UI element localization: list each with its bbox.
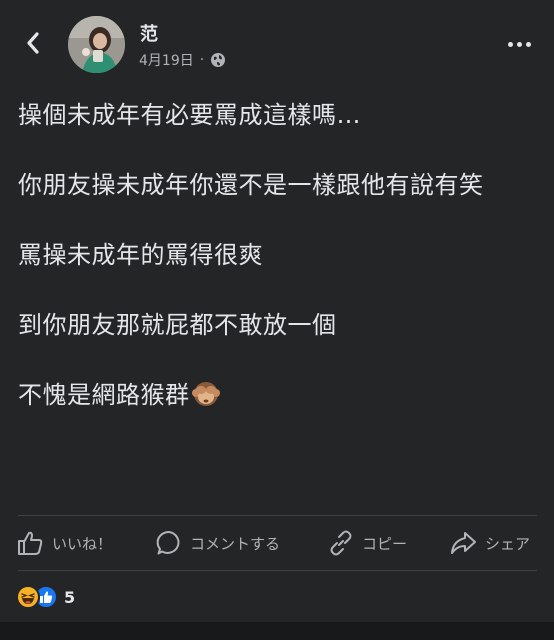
post-paragraph: 你朋友操未成年你還不是一樣跟他有說有笑 [18, 171, 484, 199]
more-dot-icon [516, 41, 522, 47]
comment-bubble-icon [156, 530, 180, 555]
share-button[interactable]: シェア [449, 528, 530, 558]
copy-button[interactable]: コピー [328, 528, 407, 558]
back-button[interactable] [18, 28, 48, 58]
post-paragraph: 操個未成年有必要罵成這樣嗎… [18, 101, 361, 129]
divider [18, 515, 537, 516]
post-text: 操個未成年有必要罵成這樣嗎… 你朋友操未成年你還不是一樣跟他有說有笑 罵操未成年… [18, 97, 538, 451]
like-label: いいね！ [52, 534, 113, 553]
post-meta: 4月19日 · [139, 50, 226, 70]
share-arrow-icon [451, 532, 476, 554]
post-paragraph: 不愧是網路猴群 [18, 381, 190, 409]
bottom-strip [0, 622, 554, 640]
avatar-image [68, 16, 125, 73]
haha-reaction-icon [16, 585, 40, 609]
meta-separator: · [199, 52, 205, 68]
post-date[interactable]: 4月19日 [139, 50, 194, 70]
post-paragraph-last: 不愧是網路猴群 [18, 377, 538, 418]
chevron-left-icon [27, 32, 39, 54]
reactions-summary[interactable]: 5 [16, 585, 75, 609]
avatar[interactable] [68, 16, 125, 73]
comment-label: コメントする [190, 534, 281, 553]
share-label: シェア [485, 534, 531, 553]
see-no-evil-monkey-icon [191, 379, 220, 418]
reaction-count: 5 [64, 587, 76, 607]
comment-button[interactable]: コメントする [156, 528, 280, 558]
link-icon [330, 530, 352, 556]
more-dot-icon [525, 41, 531, 47]
more-options-button[interactable] [504, 34, 534, 54]
more-dot-icon [507, 41, 513, 47]
action-bar: いいね！ コメントする コピー シェア [0, 518, 554, 570]
like-button[interactable]: いいね！ [16, 528, 112, 558]
copy-label: コピー [362, 534, 408, 553]
post-paragraph: 到你朋友那就屁都不敢放一個 [18, 311, 337, 339]
post-header: 范 4月19日 · [0, 0, 554, 90]
author-name[interactable]: 范 [140, 20, 158, 46]
divider [18, 570, 537, 571]
post-paragraph: 罵操未成年的罵得很爽 [18, 241, 263, 269]
globe-icon [211, 53, 226, 67]
thumbs-up-icon [18, 531, 43, 555]
